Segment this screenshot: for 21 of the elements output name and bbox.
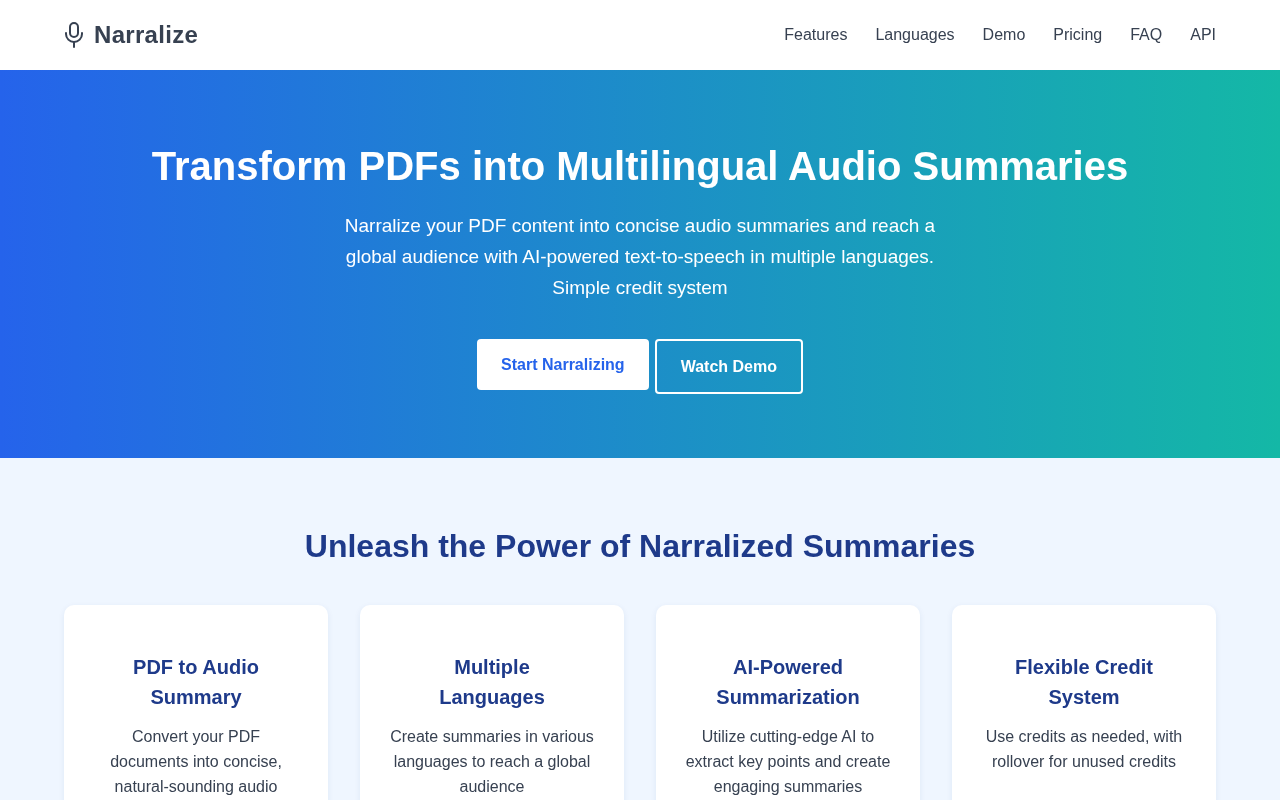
start-button[interactable]: Start Narralizing xyxy=(477,339,649,390)
card-description: Create summaries in various languages to reach a global audience xyxy=(389,727,595,797)
nav-link[interactable]: API xyxy=(1190,26,1216,44)
hero-subtitle: Narralize your PDF content into concise audio summaries and reach a global audience with AI-powered text-to-speech in multiple languages. Simple credit system xyxy=(343,214,937,300)
nav-link[interactable]: FAQ xyxy=(1130,26,1163,44)
nav-link[interactable]: Features xyxy=(784,26,848,44)
hero-title: Transform PDFs into Multilingual Audio Summaries xyxy=(151,143,1129,190)
nav-link[interactable]: Demo xyxy=(982,26,1026,44)
card-title: Multiple Languages xyxy=(438,655,546,710)
card-title: AI-Powered Summarization xyxy=(715,655,861,710)
microphone-icon xyxy=(64,22,84,48)
nav-link[interactable]: Languages xyxy=(875,26,955,44)
demo-button[interactable]: Watch Demo xyxy=(654,339,803,394)
brand-name[interactable]: Narralize xyxy=(94,21,199,49)
card-description: Utilize cutting-edge AI to extract key points and create engaging summaries xyxy=(684,727,892,797)
card-title: Flexible Credit System xyxy=(1014,655,1154,710)
nav-link[interactable]: Pricing xyxy=(1053,26,1103,44)
section-title: Unleash the Power of Narralized Summaries xyxy=(304,527,976,566)
card-description: Convert your PDF documents into concise, natural-sounding audio xyxy=(109,727,283,797)
card-title: PDF to Audio Summary xyxy=(132,655,260,710)
card-description: Use credits as needed, with rollover for unused credits xyxy=(984,727,1184,772)
